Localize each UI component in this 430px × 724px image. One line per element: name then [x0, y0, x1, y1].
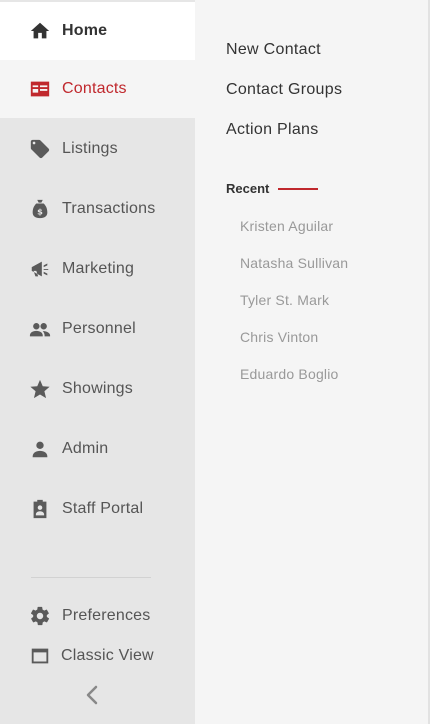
star-icon — [29, 378, 51, 400]
sidebar-item-label: Personnel — [62, 320, 136, 337]
sidebar-item-label: Showings — [62, 380, 133, 397]
sidebar-item-personnel[interactable]: Personnel — [0, 300, 195, 358]
window-icon — [29, 645, 51, 667]
sidebar-item-listings[interactable]: Listings — [0, 120, 195, 178]
sidebar-item-marketing[interactable]: Marketing — [0, 240, 195, 298]
sidebar-item-label: Staff Portal — [62, 500, 144, 517]
sidebar-item-admin[interactable]: Admin — [0, 420, 195, 478]
sidebar-item-contacts[interactable]: Contacts — [0, 60, 195, 118]
action-plans-link[interactable]: Action Plans — [226, 121, 319, 139]
sidebar-item-home[interactable]: Home — [0, 2, 195, 60]
recent-contact-item[interactable]: Kristen Aguilar — [240, 218, 333, 234]
sidebar-item-showings[interactable]: Showings — [0, 360, 195, 418]
sidebar-item-label: Listings — [62, 140, 118, 157]
contact-card-icon — [29, 78, 51, 100]
chevron-left-icon — [86, 685, 98, 705]
home-icon — [29, 20, 51, 42]
recent-contact-item[interactable]: Chris Vinton — [240, 329, 318, 345]
clipboard-person-icon — [29, 498, 51, 520]
recent-heading: Recent — [226, 181, 270, 196]
megaphone-icon — [29, 258, 51, 280]
money-bag-icon: $ — [29, 198, 51, 220]
collapse-sidebar-button[interactable] — [80, 682, 104, 708]
recent-contact-item[interactable]: Natasha Sullivan — [240, 255, 348, 271]
new-contact-link[interactable]: New Contact — [226, 41, 321, 59]
recent-contact-item[interactable]: Eduardo Boglio — [240, 366, 339, 382]
sidebar-item-label: Classic View — [61, 647, 154, 664]
tag-icon — [29, 138, 51, 160]
sidebar-item-label: Home — [62, 22, 108, 39]
sidebar-item-label: Marketing — [62, 260, 135, 277]
sidebar: Home Contacts Listings $ Transactions Ma… — [0, 0, 195, 724]
sidebar-item-label: Transactions — [62, 200, 156, 217]
sidebar-item-transactions[interactable]: $ Transactions — [0, 180, 195, 238]
people-icon — [29, 318, 51, 340]
sidebar-item-label: Preferences — [62, 607, 151, 624]
sidebar-item-label: Admin — [62, 440, 109, 457]
sidebar-divider — [31, 577, 151, 578]
person-icon — [29, 438, 51, 460]
sidebar-item-staff-portal[interactable]: Staff Portal — [0, 480, 195, 538]
contact-groups-link[interactable]: Contact Groups — [226, 81, 342, 99]
gear-icon — [29, 605, 51, 627]
sidebar-item-classic-view[interactable]: Classic View — [0, 627, 195, 685]
recent-heading-underline — [278, 188, 318, 190]
recent-contact-item[interactable]: Tyler St. Mark — [240, 292, 329, 308]
sidebar-item-label: Contacts — [62, 80, 127, 97]
svg-text:$: $ — [37, 207, 43, 217]
